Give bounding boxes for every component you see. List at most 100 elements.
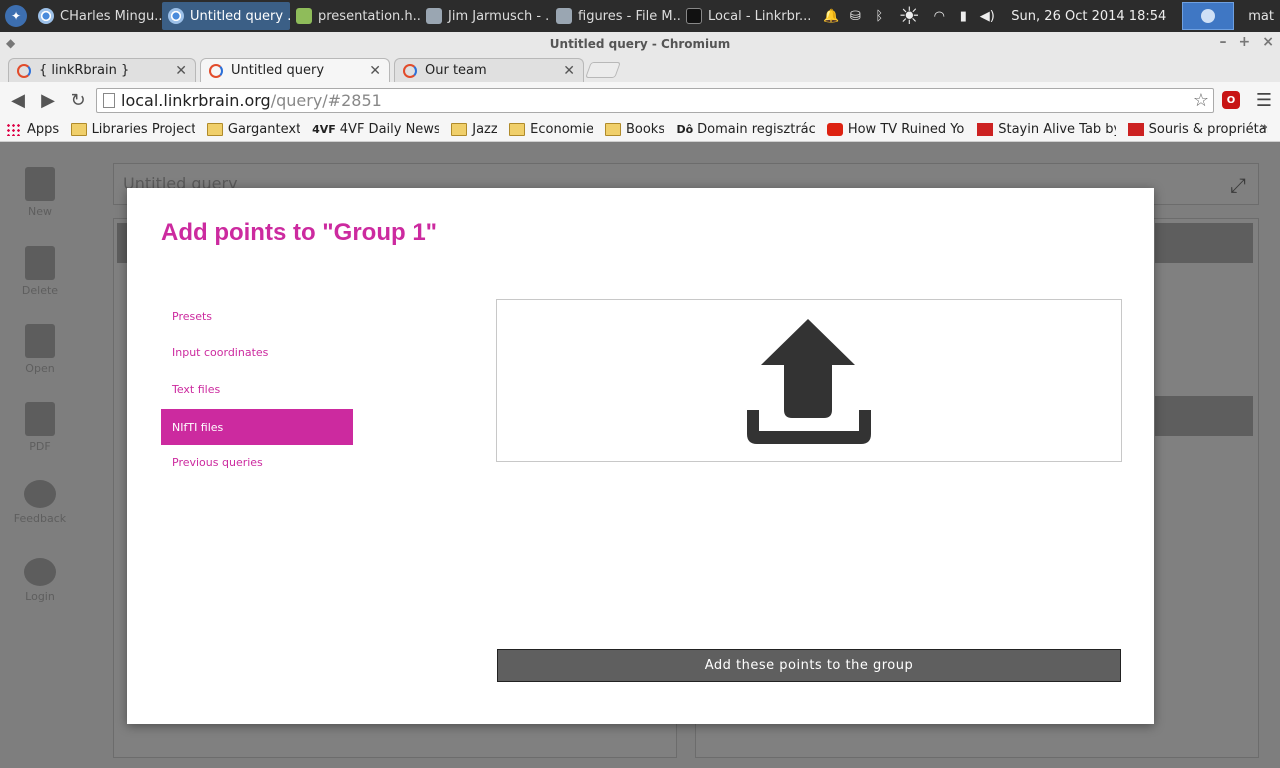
browser-tab-0[interactable]: { linkRbrain } ✕	[8, 58, 196, 82]
menu-item-presets[interactable]: Presets	[161, 298, 353, 334]
bookmark-label: 4VF Daily News	[339, 122, 440, 137]
delete-icon	[25, 246, 55, 280]
menu-item-label: Text files	[172, 382, 221, 396]
user-icon	[24, 558, 56, 586]
workspace-icon	[1201, 9, 1216, 23]
tab-close-icon[interactable]: ✕	[563, 63, 575, 79]
menu-item-previous-queries[interactable]: Previous queries	[161, 444, 353, 480]
site-icon: Dô	[676, 123, 694, 136]
taskbar-task-4[interactable]: figures - File M...	[550, 2, 680, 30]
sidebar-item-login[interactable]: Login	[0, 558, 80, 603]
apps-icon	[6, 123, 22, 136]
sidebar-item-feedback[interactable]: Feedback	[0, 480, 80, 525]
folder-icon	[556, 8, 572, 24]
page-icon	[103, 93, 115, 108]
bookmark-label: Libraries Project	[91, 122, 195, 137]
taskbar-task-3[interactable]: Jim Jarmusch - ...	[420, 2, 550, 30]
browser-tab-2[interactable]: Our team ✕	[394, 58, 584, 82]
address-host: local.linkrbrain.org	[121, 91, 271, 110]
bookmark-stayin-alive[interactable]: Stayin Alive Tab by B	[977, 122, 1116, 137]
workspace-switcher[interactable]	[1182, 2, 1235, 30]
taskbar-task-0[interactable]: CHarles Mingu...	[32, 2, 162, 30]
sidebar-item-label: New	[28, 205, 52, 218]
sidebar-item-new[interactable]: New	[0, 167, 80, 218]
bookmark-domain-registration[interactable]: Dô Domain regisztráció	[676, 122, 814, 137]
folder-icon	[206, 123, 223, 136]
bookmark-books[interactable]: Books	[604, 122, 665, 137]
linkrbrain-favicon-icon	[209, 63, 223, 78]
taskbar-task-1[interactable]: Untitled query ...	[162, 2, 290, 30]
bookmark-star-icon[interactable]: ☆	[1193, 90, 1209, 111]
wifi-icon[interactable]: ◠	[931, 8, 947, 24]
close-window-icon[interactable]: ×	[1262, 34, 1274, 50]
maximize-icon[interactable]: +	[1239, 34, 1251, 50]
network-devices-icon[interactable]: ⛁	[847, 8, 863, 24]
tab-close-icon[interactable]: ✕	[175, 63, 187, 79]
add-points-button[interactable]: Add these points to the group	[497, 649, 1121, 682]
volume-icon[interactable]: ◀)	[979, 8, 995, 24]
user-menu[interactable]: mat	[1248, 9, 1274, 24]
taskbar-task-5[interactable]: Local - Linkrbr...	[680, 2, 810, 30]
battery-icon[interactable]: ▮	[955, 8, 971, 24]
fullscreen-icon[interactable]: ⤢	[1230, 173, 1246, 197]
bookmark-souris[interactable]: Souris & propriétair	[1127, 122, 1268, 137]
menu-item-label: Input coordinates	[172, 345, 269, 359]
bookmark-apps[interactable]: Apps	[6, 122, 59, 137]
menu-item-nifti-files[interactable]: NIfTI files	[161, 409, 353, 445]
notification-bell-icon[interactable]: 🔔	[823, 8, 839, 24]
taskbar-task-label: CHarles Mingu...	[60, 8, 162, 24]
address-bar[interactable]: local.linkrbrain.org/query/#2851 ☆	[96, 88, 1214, 113]
bookmark-how-tv-ruined[interactable]: How TV Ruined Your	[826, 122, 966, 137]
new-document-icon	[25, 167, 55, 201]
terminal-icon	[686, 8, 702, 24]
sidebar-item-open[interactable]: Open	[0, 324, 80, 375]
file-drop-zone[interactable]	[496, 299, 1122, 462]
panel-header-bar	[1155, 396, 1253, 436]
sidebar-item-label: Delete	[21, 284, 59, 297]
bookmark-label: How TV Ruined Your	[847, 122, 966, 137]
pdf-export-icon	[25, 402, 55, 436]
system-menu-button[interactable]: ✦	[0, 0, 32, 32]
system-tray: 🔔 ⛁ ᛒ ☀ ◠ ▮ ◀) Sun, 26 Oct 2014 18:54 ma…	[823, 0, 1280, 32]
bookmark-label: Gargantext	[227, 122, 301, 137]
taskbar-task-label: Jim Jarmusch - ...	[448, 8, 550, 24]
linkrbrain-favicon-icon	[17, 63, 31, 78]
bookmark-jazz[interactable]: Jazz	[451, 122, 497, 137]
minimize-icon[interactable]: –	[1220, 34, 1227, 50]
bookmark-gargantext[interactable]: Gargantext	[206, 122, 301, 137]
site-icon: 4VF	[312, 123, 336, 136]
youtube-icon	[826, 123, 843, 136]
sidebar-item-label: PDF	[29, 440, 51, 453]
forward-icon[interactable]: ▶	[34, 86, 62, 114]
app-sidebar: New Delete Open PDF Feedback Login	[0, 143, 80, 768]
ublock-extension-button[interactable]: O	[1219, 88, 1243, 112]
bluetooth-icon[interactable]: ᛒ	[871, 8, 887, 24]
browser-tab-1[interactable]: Untitled query ✕	[200, 58, 390, 82]
speech-bubble-icon	[24, 480, 56, 508]
clock[interactable]: Sun, 26 Oct 2014 18:54	[1011, 9, 1166, 24]
browser-menu-button[interactable]: ☰	[1252, 88, 1276, 112]
taskbar-task-label: figures - File M...	[578, 8, 680, 24]
chrome-icon	[38, 8, 54, 24]
brightness-icon[interactable]: ☀	[895, 2, 923, 30]
tab-close-icon[interactable]: ✕	[369, 63, 381, 79]
bookmark-4vf-daily-news[interactable]: 4VF 4VF Daily News	[312, 122, 439, 137]
reload-icon[interactable]: ↻	[64, 86, 92, 114]
sidebar-item-pdf[interactable]: PDF	[0, 402, 80, 453]
menu-item-input-coordinates[interactable]: Input coordinates	[161, 334, 353, 370]
bookmark-label: Stayin Alive Tab by B	[998, 122, 1115, 137]
bookmark-label: Economie	[530, 122, 593, 137]
menu-item-text-files[interactable]: Text files	[161, 371, 353, 407]
window-menu-icon[interactable]: ◆	[6, 36, 15, 50]
linkrbrain-favicon-icon	[403, 63, 417, 78]
bookmark-label: Books	[625, 122, 665, 137]
taskbar-task-2[interactable]: presentation.h...	[290, 2, 420, 30]
sidebar-item-delete[interactable]: Delete	[0, 246, 80, 297]
menu-item-label: Presets	[172, 309, 213, 323]
sidebar-item-label: Login	[25, 590, 55, 603]
bookmarks-overflow-icon[interactable]: »	[1260, 120, 1268, 135]
back-icon[interactable]: ◀	[4, 86, 32, 114]
bookmark-economie[interactable]: Economie	[509, 122, 593, 137]
new-tab-button[interactable]	[585, 62, 621, 78]
bookmark-libraries-project[interactable]: Libraries Project	[70, 122, 195, 137]
